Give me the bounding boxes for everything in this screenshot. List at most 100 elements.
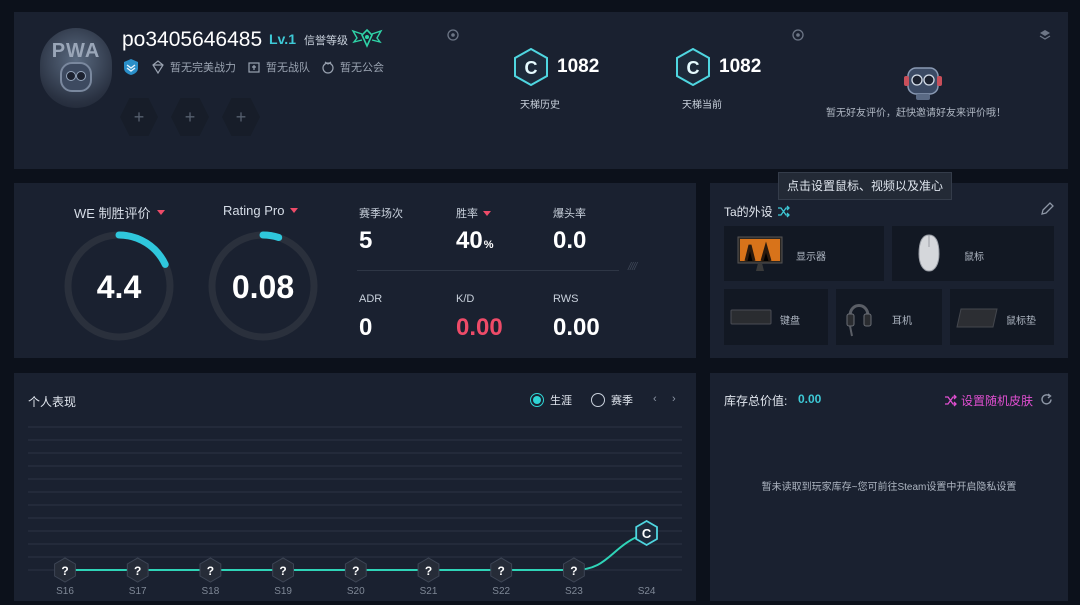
stats-panel: WE 制胜评价 4.4 Rating Pro 0.08 赛季场次 5 胜率 40… — [14, 183, 696, 358]
random-skin-label: 设置随机皮肤 — [961, 394, 1034, 408]
robot-mascot-icon — [904, 67, 942, 100]
add-badge-slot[interactable]: + — [222, 98, 260, 136]
friend-eval-text: 暂无好友评价，赶快邀请好友来评价哦！ — [826, 108, 1006, 119]
mode-career-radio[interactable]: 生涯 — [530, 392, 572, 408]
stat-winrate-title[interactable]: 胜率 — [456, 205, 491, 221]
chart-point-label: ? — [207, 564, 214, 578]
stat-headshot-label: 爆头率 — [553, 208, 586, 220]
chart-point-label: ? — [279, 564, 286, 578]
profile-panel: PWA po3405646485 Lv.1 信誉等级 暂无完美战力 暂无战队 暂… — [14, 12, 1068, 169]
gasmask-icon — [60, 62, 92, 92]
tag-team-label: 暂无战队 — [266, 62, 310, 74]
ladder-current: C 1082 天梯当前 — [675, 48, 795, 112]
inventory-label: 库存总价值: — [724, 394, 788, 408]
gear-panel: Ta的外设 显示器 鼠标 键盘 耳机 鼠标垫 — [710, 183, 1068, 358]
chart-tick-label: S19 — [274, 586, 292, 597]
shuffle-icon[interactable] — [777, 205, 790, 218]
credit-wings-icon[interactable] — [350, 26, 384, 50]
gear-title: Ta的外设 — [724, 203, 790, 220]
gauge-rating-title[interactable]: Rating Pro — [223, 203, 299, 218]
gauge-rating-value: 0.08 — [231, 269, 295, 305]
gear-keyboard[interactable]: 键盘 — [724, 289, 828, 345]
chart-point-label: ? — [570, 564, 577, 578]
caret-down-icon — [483, 210, 491, 216]
ladder-current-label: 天梯当前 — [682, 100, 722, 111]
tag-power-label: 暂无完美战力 — [170, 62, 236, 74]
ladder-current-score: 1082 — [719, 56, 762, 77]
chart-tick-label: S21 — [420, 586, 438, 597]
gauge-we-label: WE 制胜评价 — [74, 206, 151, 221]
add-badge-slot[interactable]: + — [171, 98, 209, 136]
caret-down-icon — [290, 208, 299, 213]
chart-tick-label: S24 — [638, 586, 656, 597]
mousepad-icon — [956, 308, 998, 328]
chart-tick-label: S23 — [565, 586, 583, 597]
team-icon — [248, 62, 260, 73]
settings-icon[interactable] — [791, 28, 805, 42]
monitor-icon — [737, 236, 783, 271]
rank-shield-icon — [124, 59, 138, 75]
stat-matches-label: 赛季场次 — [359, 208, 403, 220]
rank-c-badge-icon: C — [676, 48, 710, 86]
performance-title: 个人表现 — [28, 395, 77, 409]
gear-headset-label: 耳机 — [892, 316, 912, 327]
ladder-history-score: 1082 — [557, 56, 600, 77]
chart-point-label: C — [642, 526, 652, 541]
inventory-value: 0.00 — [798, 392, 822, 406]
add-badge-slot[interactable]: + — [120, 98, 158, 136]
next-page-button[interactable]: › — [672, 393, 676, 405]
credit-label: 信誉等级 — [304, 35, 348, 47]
shuffle-icon — [945, 394, 957, 407]
chart-point-label: ? — [498, 564, 505, 578]
chart-point-label: ? — [61, 564, 68, 578]
caret-down-icon — [156, 210, 165, 215]
guild-icon — [322, 61, 334, 74]
layers-icon[interactable] — [1038, 28, 1052, 42]
stat-adr-label: ADR — [359, 293, 383, 305]
stat-matches-value: 5 — [359, 227, 373, 254]
stat-rws-label: RWS — [553, 293, 579, 305]
performance-panel: ? S16? S17? S18? S19? S20? S21? S22? S23 C S24 个人表… — [14, 373, 696, 601]
ladder-history-badge-text: C — [525, 58, 538, 78]
level-badge: Lv.1 — [269, 31, 296, 47]
gear-monitor[interactable]: 显示器 — [724, 226, 884, 281]
headset-icon — [846, 304, 872, 337]
tag-row: 暂无完美战力 暂无战队 暂无公会 — [122, 58, 384, 76]
gear-mousepad[interactable]: 鼠标垫 — [950, 289, 1054, 345]
random-skin-button[interactable]: 设置随机皮肤 — [944, 392, 1033, 409]
stat-headshot-value: 0.0 — [553, 227, 587, 254]
diamond-icon — [152, 60, 164, 75]
gauge-we-value: 4.4 — [96, 269, 142, 305]
gear-headset[interactable]: 耳机 — [836, 289, 942, 345]
mode-career-label: 生涯 — [550, 395, 572, 407]
gear-title-label: Ta的外设 — [724, 205, 773, 219]
inventory-panel: 库存总价值: 0.00 设置随机皮肤 暂未读取到玩家库存~您可前往Steam设置… — [710, 373, 1068, 601]
settings-icon[interactable] — [446, 28, 460, 42]
tag-power[interactable]: 暂无完美战力 — [150, 59, 236, 75]
prev-page-button[interactable]: ‹ — [653, 393, 657, 405]
tag-guild[interactable]: 暂无公会 — [320, 59, 384, 75]
stat-winrate-label: 胜率 — [456, 208, 478, 220]
tag-team[interactable]: 暂无战队 — [246, 59, 310, 75]
inventory-empty-message: 暂未读取到玩家库存~您可前往Steam设置中开启隐私设置 — [761, 482, 1017, 493]
gear-keyboard-label: 键盘 — [780, 316, 800, 327]
edit-icon[interactable] — [1040, 202, 1054, 216]
divider — [357, 270, 619, 271]
stat-winrate-number: 40 — [456, 227, 483, 254]
username: po3405646485 — [122, 28, 263, 51]
stat-kd-label: K/D — [456, 293, 475, 305]
gauge-we-title[interactable]: WE 制胜评价 — [74, 203, 165, 222]
mouse-icon — [918, 234, 940, 272]
avatar-text: PWA — [51, 40, 101, 62]
stat-winrate-suffix: % — [483, 239, 494, 251]
ladder-history-label: 天梯历史 — [520, 100, 560, 111]
chart-point-label: ? — [352, 564, 359, 578]
gear-tooltip: 点击设置鼠标、视频以及准心 — [778, 172, 952, 200]
mode-season-radio[interactable]: 赛季 — [591, 392, 633, 408]
ladder-current-badge-text: C — [687, 58, 700, 78]
gauge-rating-label: Rating Pro — [223, 203, 285, 218]
refresh-icon[interactable] — [1040, 393, 1053, 406]
chart-tick-label: S22 — [492, 586, 510, 597]
avatar[interactable]: PWA — [40, 28, 112, 108]
gear-mouse[interactable]: 鼠标 — [892, 226, 1054, 281]
